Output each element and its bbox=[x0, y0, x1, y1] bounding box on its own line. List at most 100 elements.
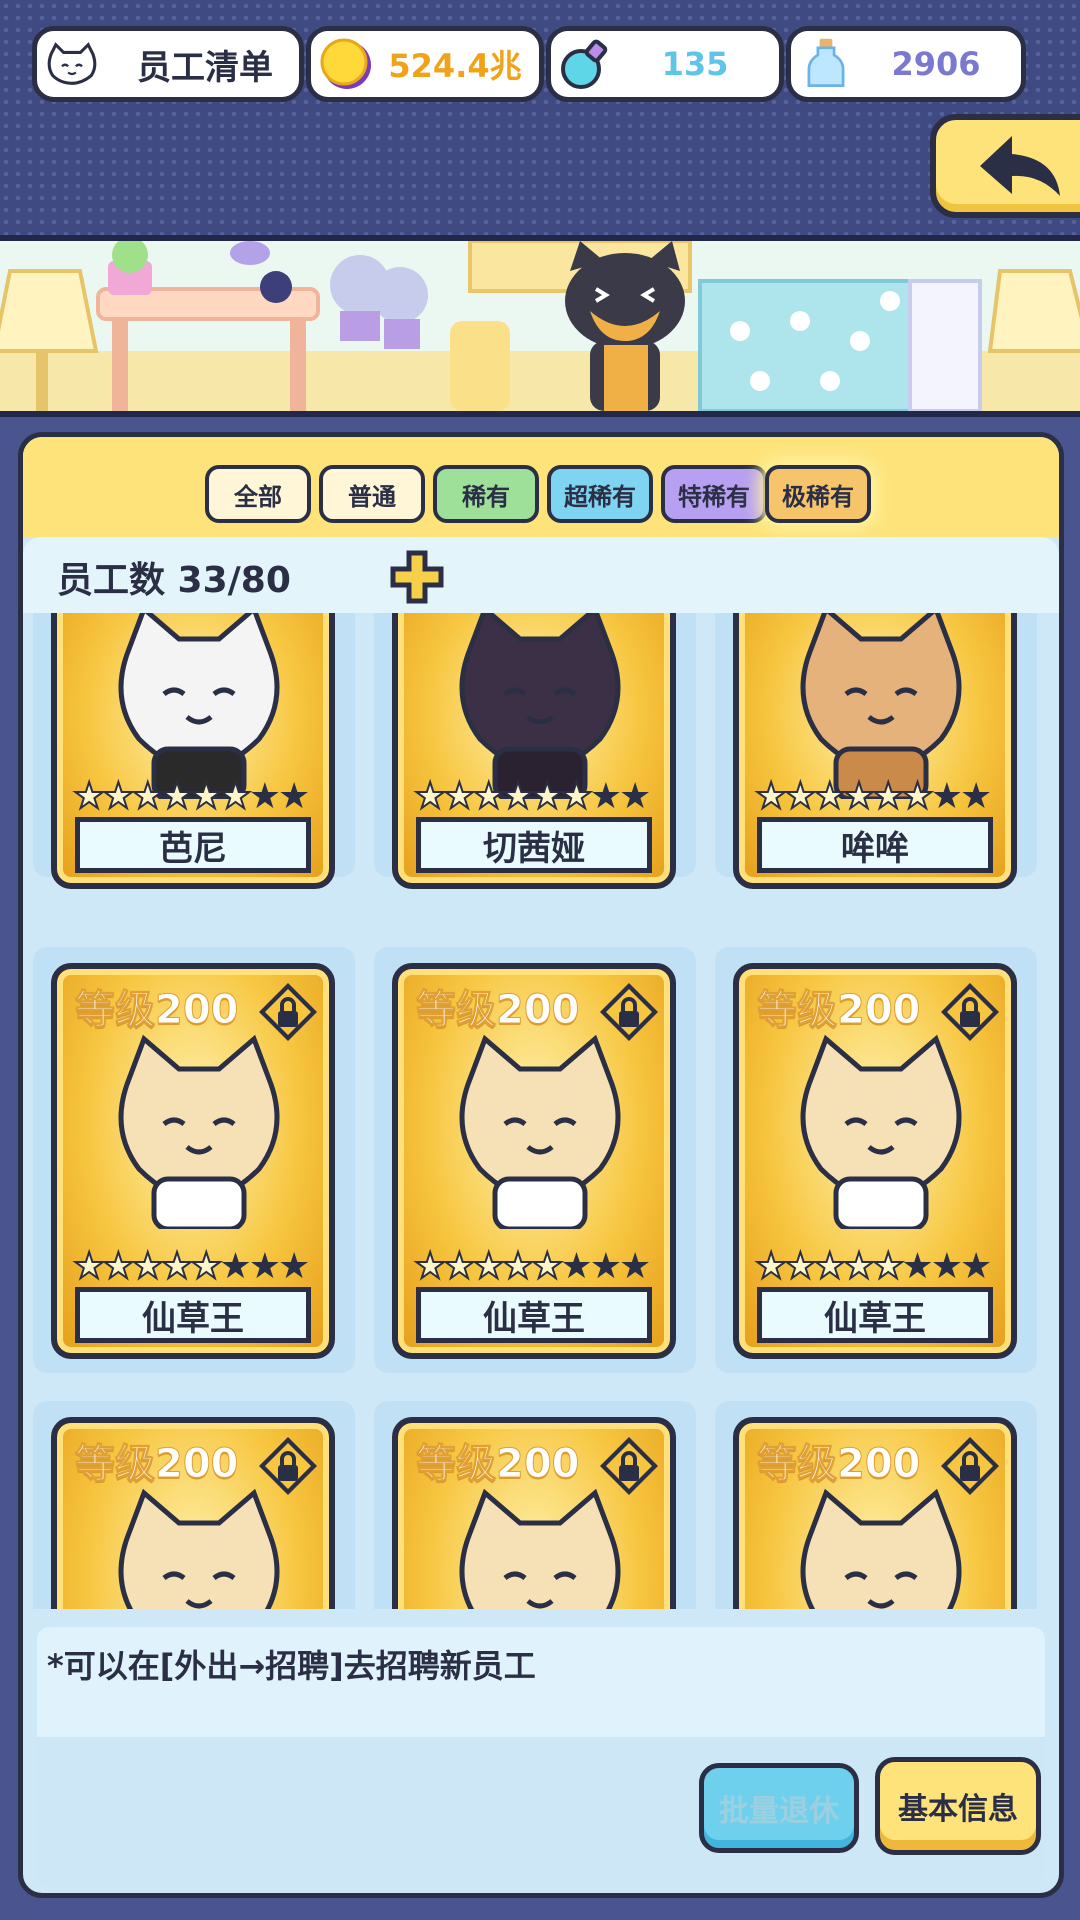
staff-card[interactable]: ★ ★ ★ ★ ★ ★ ★ ★ 切茜娅 bbox=[392, 613, 676, 889]
staff-card-cell: 等级200 ★ ★ ★ ★ ★ ★ ★ ★ 仙草王 bbox=[374, 947, 696, 1373]
card-level: 等级200 bbox=[757, 987, 921, 1034]
star-rating: ★ ★ ★ ★ ★ ★ ★ ★ bbox=[754, 1246, 992, 1288]
star-empty-icon: ★ bbox=[219, 1246, 251, 1287]
star-filled-icon: ★ bbox=[871, 1246, 905, 1288]
basic-info-button[interactable]: 基本信息 bbox=[875, 1757, 1041, 1855]
card-level: 等级200 bbox=[416, 1441, 580, 1488]
star-filled-icon: ★ bbox=[413, 776, 447, 818]
star-empty-icon: ★ bbox=[618, 1246, 651, 1287]
card-name: 仙草王 bbox=[75, 1287, 311, 1343]
cat-portrait bbox=[781, 1483, 981, 1609]
star-filled-icon: ★ bbox=[842, 1246, 876, 1288]
star-filled-icon: ★ bbox=[442, 776, 476, 818]
card-name: 切茜娅 bbox=[416, 817, 652, 873]
star-empty-icon: ★ bbox=[959, 776, 992, 817]
star-empty-icon: ★ bbox=[248, 1246, 281, 1287]
staff-card-cell: ★ ★ ★ ★ ★ ★ ★ ★ 切茜娅 bbox=[374, 613, 696, 889]
card-level: 等级200 bbox=[416, 987, 580, 1034]
star-filled-icon: ★ bbox=[900, 776, 934, 818]
star-filled-icon: ★ bbox=[218, 776, 252, 818]
star-filled-icon: ★ bbox=[472, 776, 506, 818]
lock-icon[interactable] bbox=[257, 1435, 319, 1497]
back-button[interactable] bbox=[930, 114, 1080, 218]
footer-panel: *可以在[外出→招聘]去招聘新员工 批量退休 基本信息 bbox=[37, 1627, 1045, 1887]
tab-ultra-rare[interactable]: 极稀有 bbox=[765, 465, 871, 523]
tab-common[interactable]: 普通 bbox=[319, 465, 425, 523]
staff-card[interactable]: ★ ★ ★ ★ ★ ★ ★ ★ 芭尼 bbox=[51, 613, 335, 889]
star-filled-icon: ★ bbox=[783, 776, 817, 818]
star-filled-icon: ★ bbox=[754, 776, 788, 818]
star-rating: ★ ★ ★ ★ ★ ★ ★ ★ bbox=[72, 776, 310, 818]
card-name: 仙草王 bbox=[757, 1287, 993, 1343]
lock-icon[interactable] bbox=[598, 1435, 660, 1497]
gold-counter: 524.4兆 bbox=[306, 26, 544, 102]
star-filled-icon: ★ bbox=[559, 776, 593, 818]
cat-portrait bbox=[99, 1029, 299, 1233]
cat-portrait bbox=[440, 613, 640, 803]
bottle-counter: 2906 bbox=[786, 26, 1026, 102]
card-level: 等级200 bbox=[75, 1441, 239, 1488]
staff-card-cell: ★ ★ ★ ★ ★ ★ ★ ★ 哞哞 bbox=[715, 613, 1037, 889]
cat-portrait bbox=[781, 1029, 981, 1233]
star-filled-icon: ★ bbox=[189, 1246, 223, 1288]
tab-all[interactable]: 全部 bbox=[205, 465, 311, 523]
staff-card[interactable]: 等级200 ★ ★ ★ ★ ★ ★ ★ ★ 仙草王 bbox=[51, 963, 335, 1359]
star-rating: ★ ★ ★ ★ ★ ★ ★ ★ bbox=[754, 776, 992, 818]
staff-card[interactable]: 等级200 ★ ★ ★ ★ ★ ★ ★ ★ 仙草王 bbox=[392, 963, 676, 1359]
star-empty-icon: ★ bbox=[930, 776, 963, 817]
staff-card-grid[interactable]: ★ ★ ★ ★ ★ ★ ★ ★ 芭尼 ★ ★ ★ ★ ★ ★ ★ ★ 切茜娅 ★ ★ ★ ★ ★ ★ ★ ★ 哞哞 等级200 ★… bbox=[33, 613, 1053, 1609]
staff-card-cell: 等级200 bbox=[715, 1401, 1037, 1609]
star-filled-icon: ★ bbox=[72, 776, 106, 818]
lock-icon[interactable] bbox=[939, 1435, 1001, 1497]
staff-count-row: 员工数 33/80 bbox=[23, 537, 1059, 613]
star-filled-icon: ★ bbox=[131, 1246, 165, 1288]
star-filled-icon: ★ bbox=[530, 1246, 564, 1288]
rarity-filter-tabs: 全部 普通 稀有 超稀有 特稀有 极稀有 bbox=[23, 437, 1059, 537]
gold-amount: 524.4兆 bbox=[388, 47, 522, 85]
staff-list-title-pill: 员工清单 bbox=[32, 26, 304, 102]
flask-amount: 135 bbox=[661, 45, 729, 83]
star-rating: ★ ★ ★ ★ ★ ★ ★ ★ bbox=[72, 1246, 310, 1288]
star-filled-icon: ★ bbox=[813, 1246, 847, 1288]
potion-flask-icon bbox=[561, 39, 608, 89]
cat-face-icon bbox=[47, 42, 97, 85]
star-empty-icon: ★ bbox=[277, 776, 310, 817]
lock-icon[interactable] bbox=[257, 981, 319, 1043]
card-level: 等级200 bbox=[75, 987, 239, 1034]
plus-icon[interactable] bbox=[389, 549, 445, 605]
staff-card[interactable]: 等级200 bbox=[392, 1417, 676, 1609]
cat-portrait bbox=[781, 613, 981, 803]
staff-card[interactable]: 等级200 bbox=[733, 1417, 1017, 1609]
top-resource-bar: 员工清单 524.4兆 135 2906 bbox=[0, 0, 1080, 241]
gold-coin-icon bbox=[320, 38, 371, 89]
tab-special-rare[interactable]: 特稀有 bbox=[661, 465, 767, 523]
star-filled-icon: ★ bbox=[189, 776, 223, 818]
card-level: 等级200 bbox=[757, 1441, 921, 1488]
lock-icon[interactable] bbox=[939, 981, 1001, 1043]
staff-card-cell: ★ ★ ★ ★ ★ ★ ★ ★ 芭尼 bbox=[33, 613, 355, 889]
room-scene-illustration bbox=[0, 241, 1080, 417]
star-filled-icon: ★ bbox=[754, 1246, 788, 1288]
cat-portrait bbox=[440, 1029, 640, 1233]
star-empty-icon: ★ bbox=[618, 776, 651, 817]
flask-counter: 135 bbox=[546, 26, 784, 102]
message-bottle-icon bbox=[807, 38, 845, 87]
tab-rare[interactable]: 稀有 bbox=[433, 465, 539, 523]
lock-icon[interactable] bbox=[598, 981, 660, 1043]
staff-card[interactable]: 等级200 ★ ★ ★ ★ ★ ★ ★ ★ 仙草王 bbox=[733, 963, 1017, 1359]
staff-card[interactable]: ★ ★ ★ ★ ★ ★ ★ ★ 哞哞 bbox=[733, 613, 1017, 889]
recruit-hint-text: *可以在[外出→招聘]去招聘新员工 bbox=[47, 1647, 536, 1685]
star-empty-icon: ★ bbox=[277, 1246, 310, 1287]
staff-card-cell: 等级200 ★ ★ ★ ★ ★ ★ ★ ★ 仙草王 bbox=[33, 947, 355, 1373]
back-arrow-icon bbox=[980, 136, 1060, 196]
tab-super-rare[interactable]: 超稀有 bbox=[547, 465, 653, 523]
screen-title: 员工清单 bbox=[137, 47, 273, 88]
staff-panel: 全部 普通 稀有 超稀有 特稀有 极稀有 员工数 33/80 ★ ★ ★ ★ ★ ★ ★ ★ 芭… bbox=[18, 432, 1064, 1898]
staff-card[interactable]: 等级200 bbox=[51, 1417, 335, 1609]
bottle-amount: 2906 bbox=[891, 45, 981, 83]
cat-portrait bbox=[99, 1483, 299, 1609]
star-filled-icon: ★ bbox=[72, 1246, 106, 1288]
cat-portrait bbox=[440, 1483, 640, 1609]
batch-retire-button[interactable]: 批量退休 bbox=[699, 1763, 859, 1853]
star-empty-icon: ★ bbox=[589, 776, 622, 817]
